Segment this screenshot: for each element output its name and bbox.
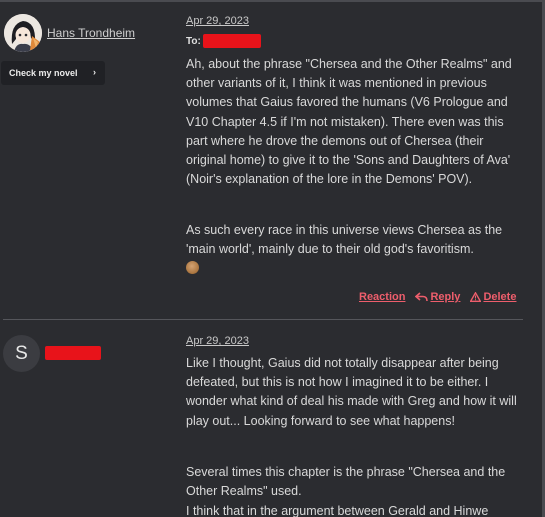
check-novel-label: Check my novel bbox=[9, 68, 78, 78]
check-novel-button[interactable]: Check my novel › bbox=[1, 61, 105, 85]
comment-actions: Reaction Reply Delete bbox=[359, 291, 516, 303]
avatar-letter[interactable]: S bbox=[3, 335, 40, 372]
delete-button[interactable]: Delete bbox=[470, 291, 516, 303]
reply-label: Reply bbox=[430, 291, 461, 303]
comment-date[interactable]: Apr 29, 2023 bbox=[186, 15, 249, 27]
comment-paragraph-text: As such every race in this universe view… bbox=[186, 223, 503, 257]
redacted-recipient bbox=[203, 34, 261, 48]
author-name[interactable]: Hans Trondheim bbox=[47, 26, 135, 40]
reaction-label: Reaction bbox=[359, 291, 406, 303]
comment-date[interactable]: Apr 29, 2023 bbox=[186, 335, 249, 347]
recipient-line: To: bbox=[186, 36, 201, 47]
comment-paragraph: Ah, about the phrase "Chersea and the Ot… bbox=[186, 57, 512, 187]
emoji-icon bbox=[186, 261, 199, 275]
reply-arrow-icon bbox=[415, 292, 429, 302]
warning-triangle-icon bbox=[470, 292, 482, 302]
chevron-right-icon: › bbox=[93, 67, 96, 77]
comment-1: Hans Trondheim Check my novel › Apr 29, … bbox=[0, 0, 542, 318]
avatar[interactable] bbox=[4, 14, 42, 52]
reaction-button[interactable]: Reaction bbox=[359, 291, 405, 303]
comment-paragraph: I think that in the argument between Ger… bbox=[186, 504, 489, 517]
comment-paragraph: Several times this chapter is the phrase… bbox=[186, 465, 506, 499]
delete-label: Delete bbox=[483, 291, 517, 303]
anime-avatar-icon bbox=[4, 14, 42, 52]
redacted-author bbox=[45, 346, 101, 360]
comment-paragraph: As such every race in this universe view… bbox=[186, 221, 526, 279]
comment-paragraph: Like I thought, Gaius did not totally di… bbox=[186, 356, 517, 428]
comment-divider bbox=[3, 319, 523, 320]
to-label: To: bbox=[186, 36, 201, 47]
reply-button[interactable]: Reply bbox=[415, 291, 460, 303]
